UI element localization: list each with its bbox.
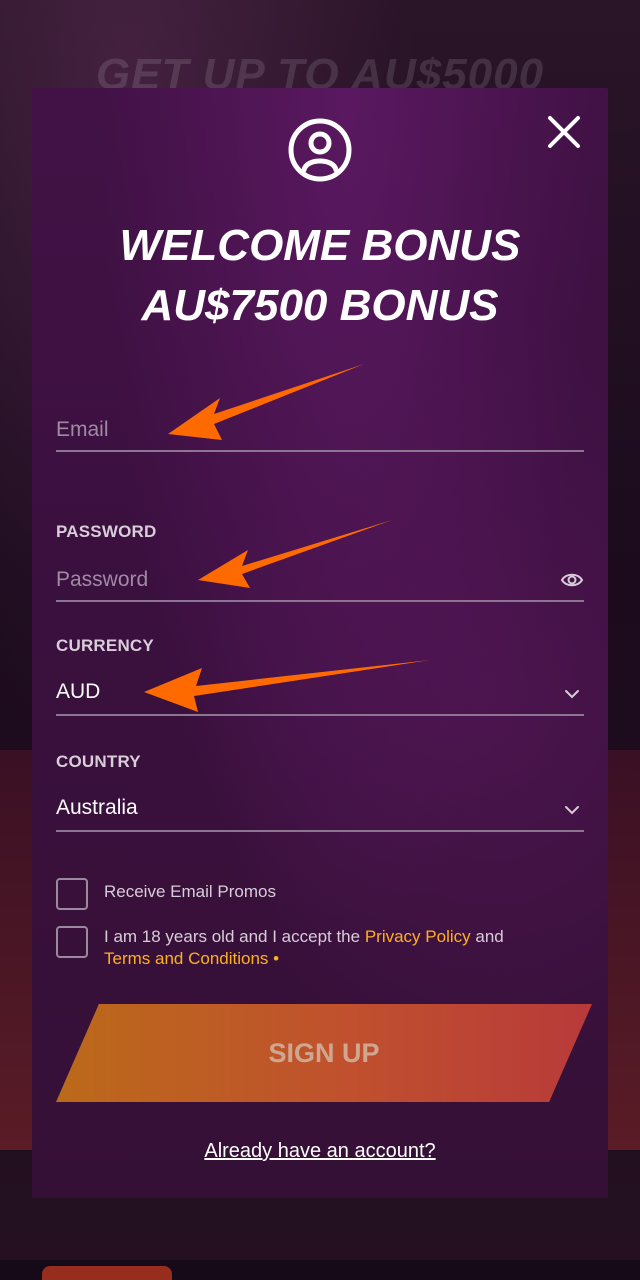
terms-row: I am 18 years old and I accept the Priva… bbox=[56, 926, 584, 970]
terms-middle: and bbox=[470, 927, 504, 946]
modal-title: WELCOME BONUS AU$7500 BONUS bbox=[32, 216, 608, 336]
terms-checkbox[interactable] bbox=[56, 926, 88, 958]
eye-icon[interactable] bbox=[560, 568, 584, 592]
promos-row: Receive Email Promos bbox=[56, 878, 584, 910]
promos-label: Receive Email Promos bbox=[104, 882, 276, 901]
title-line-2: AU$7500 BONUS bbox=[141, 281, 499, 330]
privacy-policy-link[interactable]: Privacy Policy bbox=[365, 927, 471, 946]
background-nav-pill bbox=[42, 1266, 172, 1280]
country-select[interactable]: COUNTRY Australia bbox=[56, 752, 584, 832]
chevron-down-icon[interactable] bbox=[560, 798, 584, 822]
annotation-arrow-password bbox=[198, 520, 392, 588]
user-circle-icon bbox=[288, 118, 352, 182]
country-label: COUNTRY bbox=[56, 752, 141, 771]
sign-up-button[interactable]: SIGN UP bbox=[56, 1004, 592, 1102]
terms-text: I am 18 years old and I accept the Priva… bbox=[104, 926, 504, 970]
currency-value: AUD bbox=[56, 680, 101, 703]
background-bottom-nav bbox=[0, 1260, 640, 1280]
currency-label: CURRENCY bbox=[56, 636, 154, 655]
annotation-arrow-currency bbox=[144, 660, 430, 712]
title-line-1: WELCOME BONUS bbox=[119, 221, 521, 270]
promos-checkbox[interactable] bbox=[56, 878, 88, 910]
country-value: Australia bbox=[56, 796, 138, 819]
chevron-down-icon[interactable] bbox=[560, 682, 584, 706]
country-row[interactable]: Australia bbox=[56, 784, 584, 832]
login-link[interactable]: Already have an account? bbox=[32, 1140, 608, 1163]
terms-prefix: I am 18 years old and I accept the bbox=[104, 927, 365, 946]
close-icon[interactable] bbox=[544, 112, 584, 152]
annotation-arrow-email bbox=[168, 364, 364, 440]
signup-modal: WELCOME BONUS AU$7500 BONUS PASSWORD CUR… bbox=[32, 88, 608, 1198]
terms-conditions-link[interactable]: Terms and Conditions bbox=[104, 949, 268, 968]
required-mark: • bbox=[268, 949, 280, 968]
